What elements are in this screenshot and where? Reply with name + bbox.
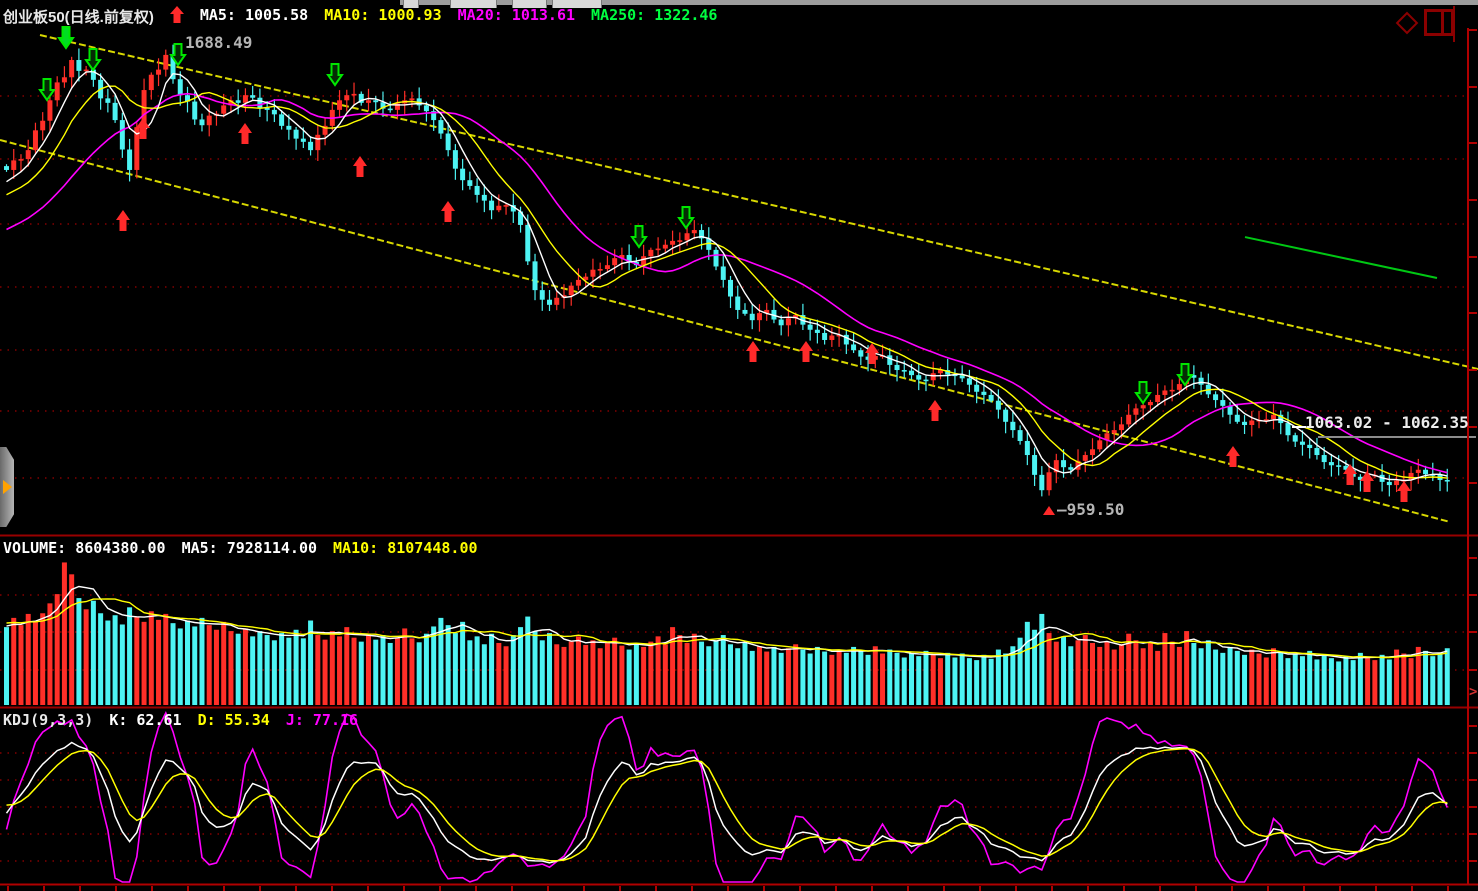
scrollbar-thumb[interactable]: [512, 0, 547, 8]
buy-signal-icon: [170, 6, 184, 24]
range-label: 1063.02 - 1062.35: [1305, 413, 1469, 432]
ma5-value: MA5: 1005.58: [200, 6, 308, 27]
stock-chart-app: 创业板50(日线.前复权) MA5: 1005.58 MA10: 1000.93…: [0, 0, 1478, 891]
expand-arrow-icon: [3, 480, 12, 494]
scrollbar-thumb[interactable]: [552, 0, 602, 8]
split-window-icon[interactable]: [1424, 9, 1454, 36]
sidebar-expand-handle[interactable]: [0, 447, 14, 527]
top-scrollbar[interactable]: [400, 0, 1478, 5]
panel-more-icon[interactable]: >: [1469, 684, 1477, 700]
window-divider-line: [1453, 6, 1455, 42]
kdj-j-value: J: 77.16: [286, 711, 358, 729]
volume-ma5-value: MA5: 7928114.00: [182, 539, 317, 557]
instrument-title: 创业板50(日线.前复权): [3, 6, 154, 27]
low-marker-icon: [1043, 506, 1055, 515]
main-chart-header: 创业板50(日线.前复权) MA5: 1005.58 MA10: 1000.93…: [3, 6, 717, 27]
kdj-d-value: D: 55.34: [198, 711, 270, 729]
high-price-label: 1688.49: [185, 33, 252, 52]
ma20-value: MA20: 1013.61: [458, 6, 575, 27]
ma250-value: MA250: 1322.46: [591, 6, 717, 27]
kdj-k-value: K: 62.61: [109, 711, 181, 729]
ma10-value: MA10: 1000.93: [324, 6, 441, 27]
volume-panel-header: VOLUME: 8604380.00 MA5: 7928114.00 MA10:…: [3, 539, 478, 557]
kdj-name: KDJ(9,3,3): [3, 711, 93, 729]
scrollbar-thumb[interactable]: [403, 0, 419, 8]
low-price-label: —959.50: [1043, 500, 1124, 519]
scrollbar-thumb[interactable]: [450, 0, 497, 8]
chart-canvas[interactable]: [0, 0, 1478, 891]
volume-value: VOLUME: 8604380.00: [3, 539, 166, 557]
kdj-panel-header: KDJ(9,3,3) K: 62.61 D: 55.34 J: 77.16: [3, 711, 358, 729]
volume-ma10-value: MA10: 8107448.00: [333, 539, 478, 557]
